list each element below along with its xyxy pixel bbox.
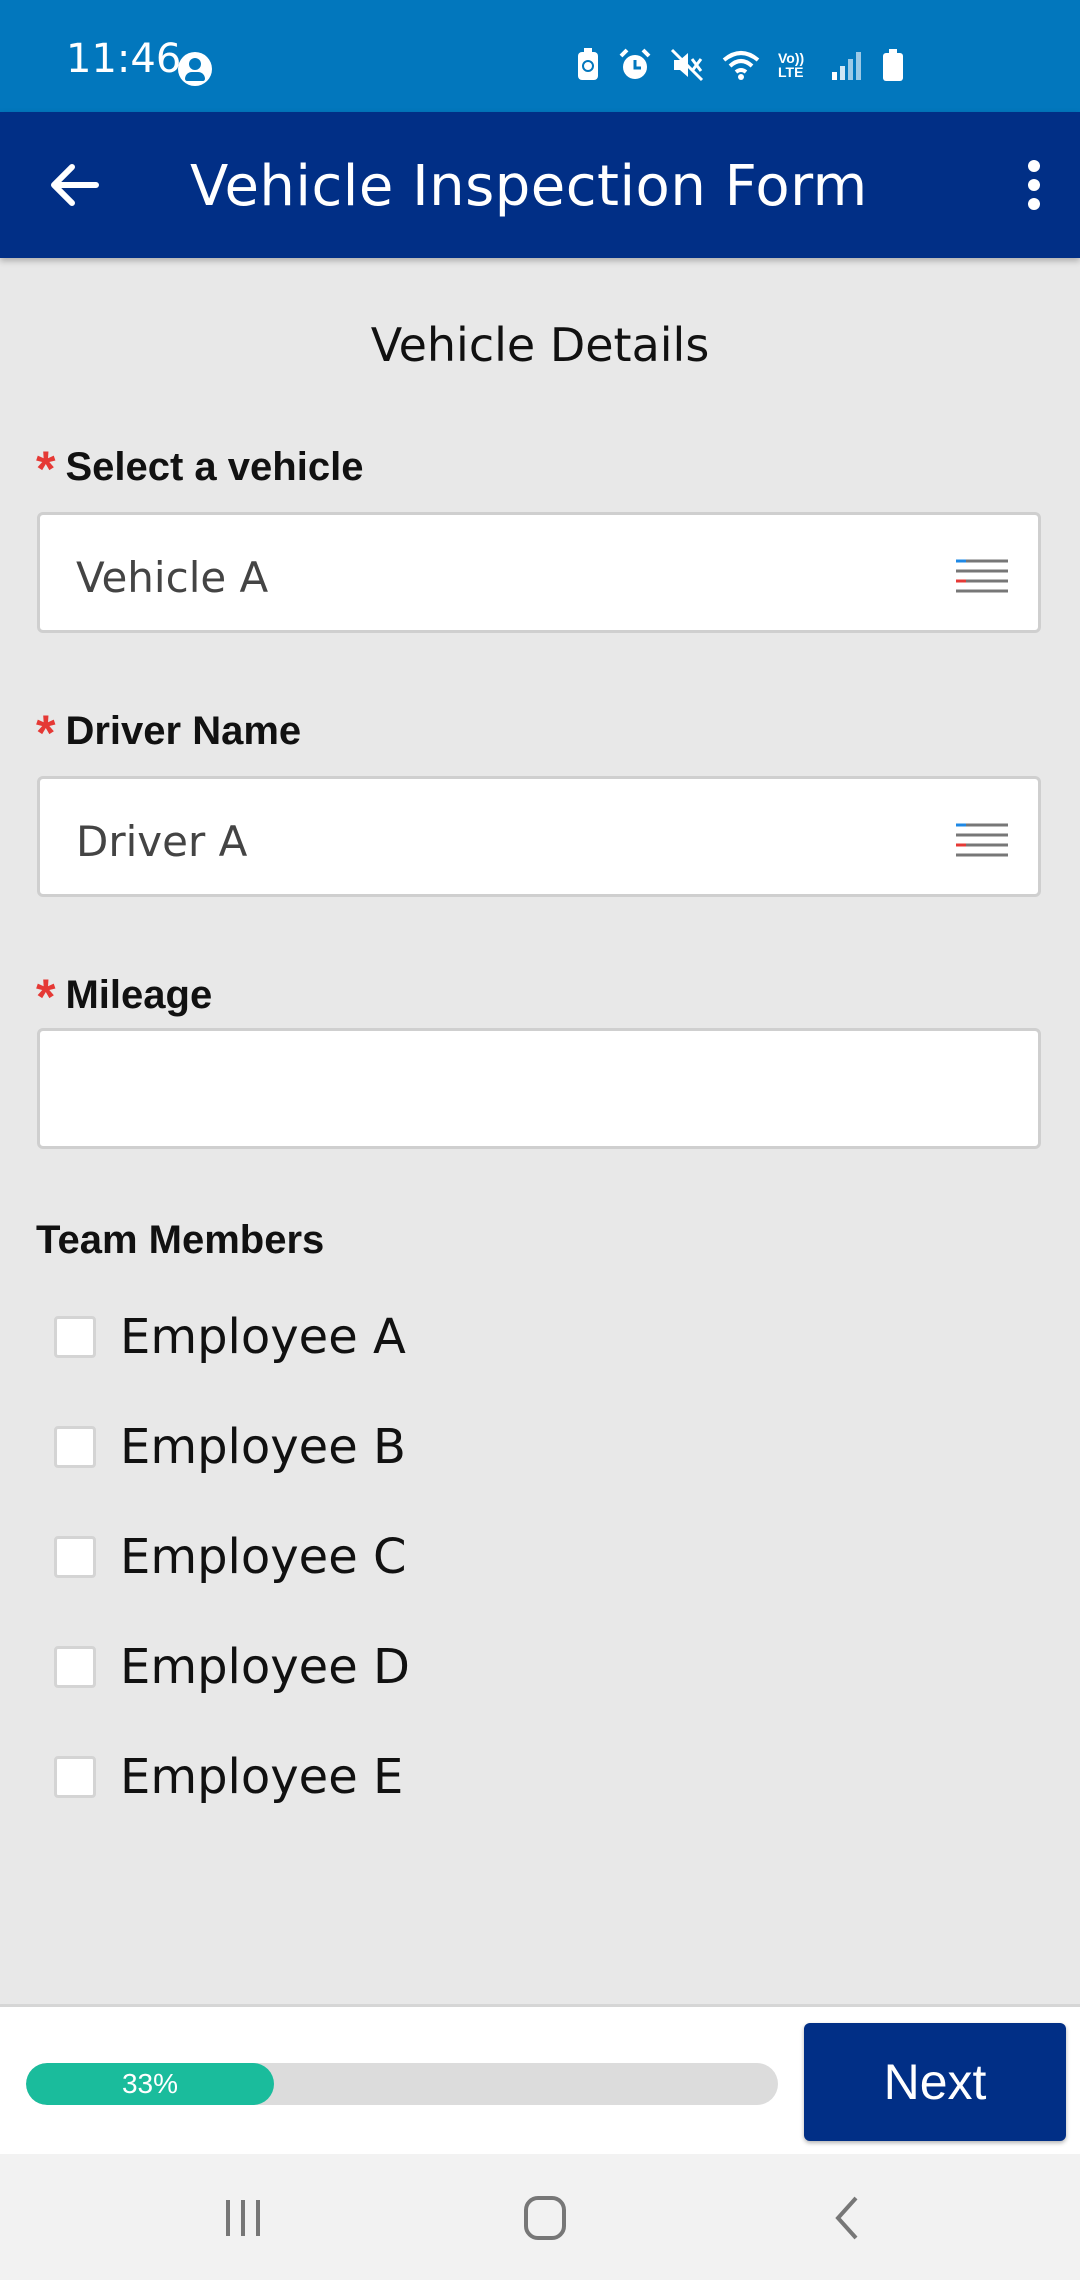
back-arrow-icon[interactable] — [42, 152, 108, 218]
driver-label-text: Driver Name — [65, 709, 302, 753]
mute-icon — [670, 48, 704, 82]
next-button[interactable]: Next — [804, 2023, 1066, 2141]
system-nav-bar — [0, 2154, 1080, 2280]
section-title: Vehicle Details — [370, 318, 710, 372]
battery-saver-icon — [578, 48, 598, 80]
team-member-checkbox-row[interactable]: Employee A — [54, 1304, 406, 1370]
checkbox[interactable] — [54, 1646, 96, 1688]
checkbox[interactable] — [54, 1316, 96, 1358]
required-mark: * — [36, 705, 56, 761]
vehicle-label-text: Select a vehicle — [65, 445, 364, 489]
wifi-icon — [722, 51, 760, 80]
mileage-field-label: * Mileage — [36, 968, 212, 1026]
checkbox[interactable] — [54, 1536, 96, 1578]
team-members-heading: Team Members — [36, 1218, 325, 1262]
required-mark: * — [36, 969, 56, 1025]
checkbox[interactable] — [54, 1426, 96, 1468]
more-options-icon[interactable] — [1006, 152, 1062, 218]
vehicle-select[interactable]: Vehicle A — [37, 512, 1041, 633]
list-picker-icon[interactable] — [952, 555, 1012, 595]
checkbox[interactable] — [54, 1756, 96, 1798]
page-title: Vehicle Inspection Form — [190, 154, 868, 219]
mileage-label-text: Mileage — [65, 973, 213, 1017]
checkbox-label: Employee D — [120, 1639, 410, 1695]
list-picker-icon[interactable] — [952, 819, 1012, 859]
team-member-checkbox-row[interactable]: Employee B — [54, 1414, 406, 1480]
team-member-checkbox-row[interactable]: Employee C — [54, 1524, 407, 1590]
vehicle-field-label: * Select a vehicle — [36, 440, 363, 498]
mileage-input[interactable] — [37, 1028, 1041, 1149]
back-icon[interactable] — [812, 2186, 882, 2250]
required-mark: * — [36, 441, 56, 497]
driver-select[interactable]: Driver A — [37, 776, 1041, 897]
progress-percent: 33% — [121, 2068, 179, 2099]
status-time: 11:46 — [66, 36, 182, 82]
checkbox-label: Employee A — [120, 1309, 406, 1365]
checkbox-label: Employee B — [120, 1419, 406, 1475]
progress-bar: 33% — [26, 2063, 778, 2105]
status-bar: 11:46 Vo)) LTE — [0, 0, 1080, 112]
recent-apps-icon[interactable] — [208, 2186, 278, 2250]
alarm-icon — [619, 48, 651, 79]
checkbox-label: Employee E — [120, 1749, 404, 1805]
battery-icon — [883, 49, 903, 81]
form-footer: 33% Next — [0, 2004, 1080, 2157]
app-bar: Vehicle Inspection Form — [0, 112, 1080, 258]
vehicle-select-value: Vehicle A — [76, 553, 269, 602]
home-icon[interactable] — [510, 2186, 580, 2250]
account-icon — [178, 52, 212, 86]
signal-icon — [832, 52, 861, 80]
checkbox-label: Employee C — [120, 1529, 407, 1585]
driver-field-label: * Driver Name — [36, 704, 301, 762]
team-member-checkbox-row[interactable]: Employee D — [54, 1634, 410, 1700]
driver-select-value: Driver A — [76, 817, 248, 866]
team-member-checkbox-row[interactable]: Employee E — [54, 1744, 403, 1810]
volte-icon: Vo)) LTE — [778, 50, 805, 80]
status-icons: Vo)) LTE — [576, 48, 904, 82]
